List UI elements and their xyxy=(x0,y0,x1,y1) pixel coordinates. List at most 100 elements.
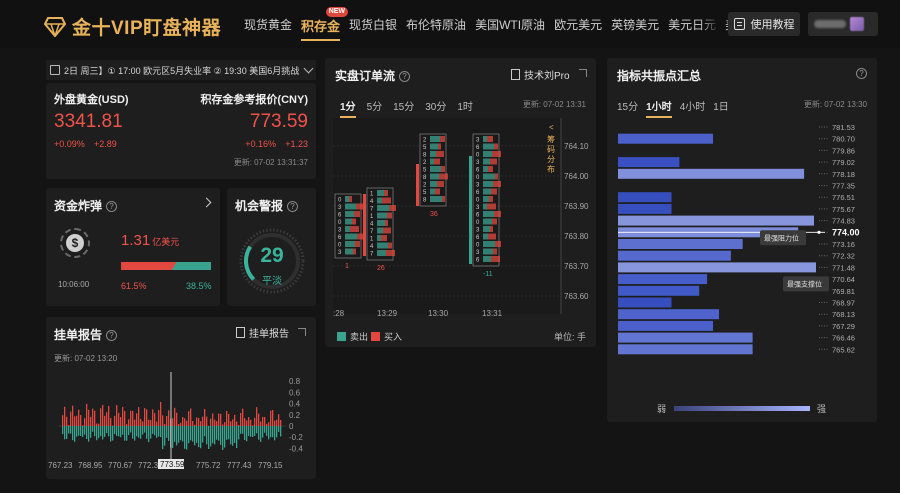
nav-tab-0[interactable]: 现货黄金 xyxy=(244,16,292,35)
buy-order-bar xyxy=(228,414,230,426)
sell-order-bar xyxy=(126,426,128,441)
buy-order-bar xyxy=(96,423,98,426)
sell-order-bar xyxy=(258,426,260,440)
x-tick-label: 777.43 xyxy=(227,461,252,470)
buy-volume-cell xyxy=(487,136,493,142)
buy-order-bar xyxy=(258,413,260,426)
sell-order-bar xyxy=(234,426,236,443)
buy-order-bar xyxy=(184,418,186,426)
candle-delta-label: 26 xyxy=(377,265,385,272)
sell-order-bar xyxy=(148,426,150,443)
order-flow-panel: 实盘订单流? 技术刘Pro 1分 5分 15分 30分 1时 更新: 07-02 13:… xyxy=(325,58,596,347)
cny-change-pct: +0.16% xyxy=(245,139,276,149)
sell-order-bar xyxy=(108,426,110,437)
buy-order-bar xyxy=(192,421,194,426)
nav-tab-1[interactable]: 积存金 NEW xyxy=(301,7,349,41)
user-menu[interactable] xyxy=(808,12,878,36)
help-icon[interactable]: ? xyxy=(106,201,118,212)
economic-calendar-ticker[interactable]: 2日 周三】① 17:00 欧元区5月失业率 ② 19:30 美国6月挑战 xyxy=(46,60,316,80)
buy-order-bar xyxy=(122,407,124,426)
sell-order-bar xyxy=(114,426,116,435)
order-report-panel: 挂单报告? 挂单报告 更新: 07-02 13:20 0.8 0.6 0.4 0.2 0… xyxy=(46,317,316,479)
nav-tab-6[interactable]: 英镑美元 xyxy=(611,16,659,35)
sell-order-bar xyxy=(70,426,72,434)
x-tick-label: 779.15 xyxy=(258,461,283,470)
sell-volume-cell xyxy=(377,190,384,196)
sell-order-bar xyxy=(124,426,126,441)
sell-order-bar xyxy=(220,426,222,445)
sell-order-bar xyxy=(78,426,80,436)
help-icon[interactable]: ? xyxy=(287,201,299,212)
sell-order-bar xyxy=(106,426,108,434)
buy-order-bar xyxy=(172,418,174,426)
level-label: 772.32 xyxy=(832,252,855,261)
buy-volume-cell xyxy=(488,166,493,172)
fund-bomb-time: 10:06:00 xyxy=(58,280,90,289)
buy-volume-cell xyxy=(491,188,497,195)
nav-tab-5[interactable]: 欧元美元 xyxy=(554,16,602,35)
sell-order-bar xyxy=(64,426,66,440)
sell-order-bar xyxy=(130,426,132,433)
sell-volume-cell xyxy=(377,205,389,211)
buy-volume-cell xyxy=(381,235,387,241)
x-tick-label: 767.23 xyxy=(48,461,73,470)
buy-order-bar xyxy=(260,421,262,426)
sell-buy-ratio-bar xyxy=(121,262,211,270)
buy-order-bar xyxy=(264,417,266,426)
buy-order-bar xyxy=(168,410,170,426)
buy-order-bar xyxy=(178,424,180,426)
nav-tab-3[interactable]: 布伦特原油 xyxy=(406,16,466,35)
candle-delta-label: 36 xyxy=(430,211,438,218)
sell-order-bar xyxy=(268,426,270,440)
nav-fade xyxy=(700,12,720,36)
buy-order-bar xyxy=(118,412,120,426)
tutorial-button[interactable]: 使用教程 xyxy=(728,12,800,36)
y-tick-label: -0.2 xyxy=(289,433,303,442)
legend-buy: 买入 xyxy=(371,330,402,343)
nav-tab-2[interactable]: 现货白银 xyxy=(349,16,397,35)
buy-volume-cell xyxy=(382,197,391,204)
side-label-char: 筹 xyxy=(547,134,555,144)
sell-volume-cell xyxy=(430,173,439,180)
buy-order-bar xyxy=(216,421,218,426)
sell-order-bar xyxy=(134,426,136,441)
sell-order-bar xyxy=(276,426,278,438)
sell-order-bar xyxy=(228,426,230,440)
sell-volume-cell xyxy=(345,211,354,217)
cny-quote-label: 积存金参考报价(CNY) xyxy=(200,94,308,106)
buy-order-bar xyxy=(280,420,282,426)
sell-order-bar xyxy=(202,426,204,443)
buy-order-bar xyxy=(174,407,176,426)
nav-tab-4[interactable]: 美国WTI原油 xyxy=(475,16,545,35)
buy-order-bar xyxy=(72,405,74,426)
sell-order-bar xyxy=(222,426,224,450)
app-logo[interactable]: 金十VIP盯盘神器 xyxy=(44,13,221,40)
sell-volume-cell xyxy=(483,181,493,187)
sell-order-bar xyxy=(280,426,282,437)
buy-volume-cell xyxy=(349,196,352,202)
buy-order-bar xyxy=(244,418,246,426)
sell-order-bar xyxy=(164,426,166,446)
chevron-right-icon[interactable] xyxy=(201,197,212,208)
buy-order-bar xyxy=(254,417,256,426)
buy-order-bar xyxy=(62,415,64,426)
sell-order-bar xyxy=(120,426,122,438)
sell-order-bar xyxy=(262,426,264,438)
strength-legend-bar xyxy=(674,406,810,411)
candle-body xyxy=(416,164,419,206)
buy-order-bar xyxy=(210,418,212,426)
buy-order-bar xyxy=(106,412,108,426)
buy-order-bar xyxy=(220,413,222,426)
buy-volume-cell xyxy=(353,248,356,255)
opportunity-alert-panel: 机会警报? 29 平淡 xyxy=(227,188,316,306)
calendar-icon xyxy=(50,65,60,75)
sell-order-bar xyxy=(104,426,106,437)
legend-sell-label: 卖出 xyxy=(350,332,369,342)
sell-order-bar xyxy=(144,426,146,433)
legend-sell: 卖出 xyxy=(337,330,368,343)
sell-order-bar xyxy=(76,426,78,437)
buy-order-bar xyxy=(156,421,158,426)
sell-volume-cell xyxy=(483,173,495,180)
chevron-down-icon[interactable] xyxy=(303,63,314,73)
fund-bomb-amount-value: 1.31 xyxy=(121,232,151,249)
